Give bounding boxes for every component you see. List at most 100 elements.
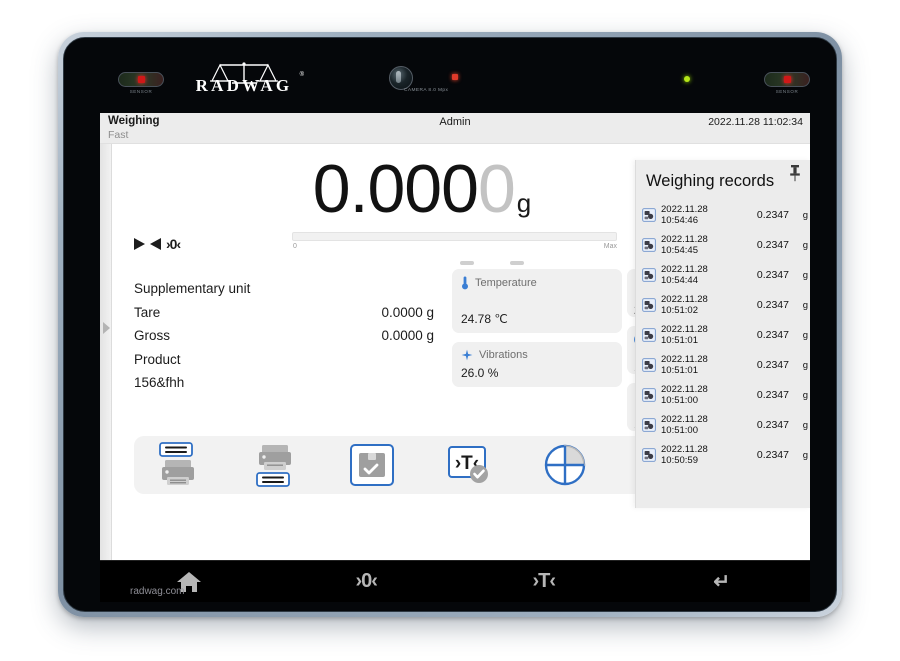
widget-title: Vibrations xyxy=(479,349,528,361)
chevron-right-icon xyxy=(103,322,110,334)
proximity-sensor-right-icon[interactable] xyxy=(764,72,810,87)
weighing-record-icon xyxy=(642,238,656,252)
left-panel-handle[interactable] xyxy=(100,144,112,560)
pushpin-icon[interactable] xyxy=(788,164,802,182)
record-unit: g xyxy=(802,329,808,341)
quadrant-circle-icon xyxy=(544,444,586,486)
touchscreen[interactable]: Weighing Fast Admin 2022.11.28 11:02:34 … xyxy=(100,113,810,560)
record-datetime: 2022.11.28 10:50:59 xyxy=(661,444,708,466)
sensor-right-label: SENSOR xyxy=(775,89,799,94)
record-datetime: 2022.11.28 10:54:44 xyxy=(661,264,708,286)
weighing-record-icon xyxy=(642,328,656,342)
list-item[interactable]: Product xyxy=(134,348,434,372)
weighing-record-icon xyxy=(642,388,656,402)
radwag-logo: RADWAG ® xyxy=(184,62,304,98)
weighing-record-icon xyxy=(642,268,656,282)
record-value: 0.2347 xyxy=(756,239,789,251)
registered-mark: ® xyxy=(299,72,304,78)
table-row[interactable]: 2022.11.28 10:54:46 0.2347 g xyxy=(642,200,808,230)
widget-title: Temperature xyxy=(475,277,537,289)
weighing-record-icon xyxy=(642,448,656,462)
record-value: 0.2347 xyxy=(756,329,789,341)
camera-label: CAMERA 8.0 Mpx xyxy=(404,88,449,93)
website-label: radwag.com xyxy=(130,586,185,597)
bargraph: 0 Max xyxy=(292,232,617,250)
stability-triangle-right-icon xyxy=(150,238,161,250)
list-item[interactable]: Gross 0.0000 g xyxy=(134,324,434,348)
table-row[interactable]: 2022.11.28 10:50:59 0.2347 g xyxy=(642,440,808,470)
sensor-widgets: Temperature 24.78 ℃ Vibrations 26.0 % xyxy=(452,261,622,396)
record-value: 0.2347 xyxy=(756,359,789,371)
list-item[interactable]: Tare 0.0000 g xyxy=(134,301,434,325)
list-item[interactable]: 156&fhh xyxy=(134,371,434,395)
table-row[interactable]: 2022.11.28 10:51:00 0.2347 g xyxy=(642,410,808,440)
stability-indicators: ›0‹ xyxy=(134,236,181,252)
record-datetime: 2022.11.28 10:51:01 xyxy=(661,324,708,346)
record-unit: g xyxy=(802,389,808,401)
table-row[interactable]: 2022.11.28 10:54:44 0.2347 g xyxy=(642,260,808,290)
tare-check-icon: ›T‹ xyxy=(448,446,488,483)
table-row[interactable]: 2022.11.28 10:54:45 0.2347 g xyxy=(642,230,808,260)
radwag-logo-text: RADWAG xyxy=(195,76,293,95)
widget-value: 26.0 % xyxy=(461,366,499,380)
radwag-balance-device: SENSOR RADWAG ® CAMERA 8.0 Mpx SENSOR We… xyxy=(58,32,842,617)
zero-indicator: ›0‹ xyxy=(166,236,181,252)
record-unit: g xyxy=(802,299,808,311)
info-label: Gross xyxy=(134,328,171,343)
proximity-sensor-left-icon[interactable] xyxy=(118,72,164,87)
enter-button[interactable]: ↵ xyxy=(633,569,811,594)
bargraph-min-label: 0 xyxy=(293,243,297,250)
save-disk-check-icon xyxy=(350,444,394,486)
table-row[interactable]: 2022.11.28 10:51:01 0.2347 g xyxy=(642,320,808,350)
table-row[interactable]: 2022.11.28 10:51:02 0.2347 g xyxy=(642,290,808,320)
home-button[interactable] xyxy=(100,570,278,594)
record-unit: g xyxy=(802,359,808,371)
weighing-record-icon xyxy=(642,208,656,222)
weight-value-dim: 0 xyxy=(477,151,516,227)
bargraph-track xyxy=(292,232,617,241)
camera-led-icon xyxy=(452,74,458,80)
record-value: 0.2347 xyxy=(756,419,789,431)
table-row[interactable]: 2022.11.28 10:51:01 0.2347 g xyxy=(642,350,808,380)
record-unit: g xyxy=(802,419,808,431)
record-unit: g xyxy=(802,239,808,251)
temperature-widget[interactable]: Temperature 24.78 ℃ xyxy=(452,269,622,333)
record-value: 0.2347 xyxy=(756,209,789,221)
working-mode-label: Fast xyxy=(108,129,129,141)
tare-confirm-button[interactable]: ›T‹ xyxy=(443,441,495,489)
info-label: Supplementary unit xyxy=(134,281,251,296)
user-label[interactable]: Admin xyxy=(100,116,810,128)
status-led-green-icon xyxy=(684,76,690,82)
device-body: SENSOR RADWAG ® CAMERA 8.0 Mpx SENSOR We… xyxy=(63,37,837,612)
info-value: 0.0000 g xyxy=(381,328,434,343)
record-datetime: 2022.11.28 10:51:00 xyxy=(661,414,708,436)
info-label: Product xyxy=(134,351,181,367)
print-footer-button[interactable] xyxy=(249,441,301,489)
printer-footer-icon xyxy=(256,445,291,487)
widget-value: 24.78 ℃ xyxy=(461,312,508,326)
bargraph-max-label: Max xyxy=(603,243,617,250)
sensor-led-icon xyxy=(783,76,791,83)
vibrations-widget[interactable]: Vibrations 26.0 % xyxy=(452,342,622,387)
records-list[interactable]: 2022.11.28 10:54:46 0.2347 g 2022.11.28 10:54… xyxy=(642,200,808,470)
sensor-led-icon xyxy=(137,76,145,83)
weighing-records-panel: Weighing records 2022.11.28 10:54:46 0.234… xyxy=(635,160,810,508)
widget-grip[interactable] xyxy=(460,261,474,265)
zero-button[interactable]: ›0‹ xyxy=(278,570,456,593)
record-value: 0.2347 xyxy=(756,299,789,311)
weighing-record-icon xyxy=(642,298,656,312)
pie-profile-button[interactable] xyxy=(540,441,592,489)
navigation-bar: ›0‹ ›T‹ ↵ xyxy=(100,560,810,602)
main-content: 0.0000g ›0‹ 0 Max Supplementary unit Tar… xyxy=(112,144,810,560)
print-header-button[interactable] xyxy=(152,441,204,489)
tare-button[interactable]: ›T‹ xyxy=(455,570,633,593)
weighing-info-list: Supplementary unit Tare 0.0000 g Gross 0… xyxy=(134,277,434,395)
record-datetime: 2022.11.28 10:51:02 xyxy=(661,294,708,316)
widget-grip[interactable] xyxy=(510,261,524,265)
record-datetime: 2022.11.28 10:54:46 xyxy=(661,204,708,226)
save-record-button[interactable] xyxy=(346,441,398,489)
weight-value: 0.0000 xyxy=(313,150,516,228)
table-row[interactable]: 2022.11.28 10:51:00 0.2347 g xyxy=(642,380,808,410)
weighing-record-icon xyxy=(642,358,656,372)
list-item[interactable]: Supplementary unit xyxy=(134,277,434,301)
